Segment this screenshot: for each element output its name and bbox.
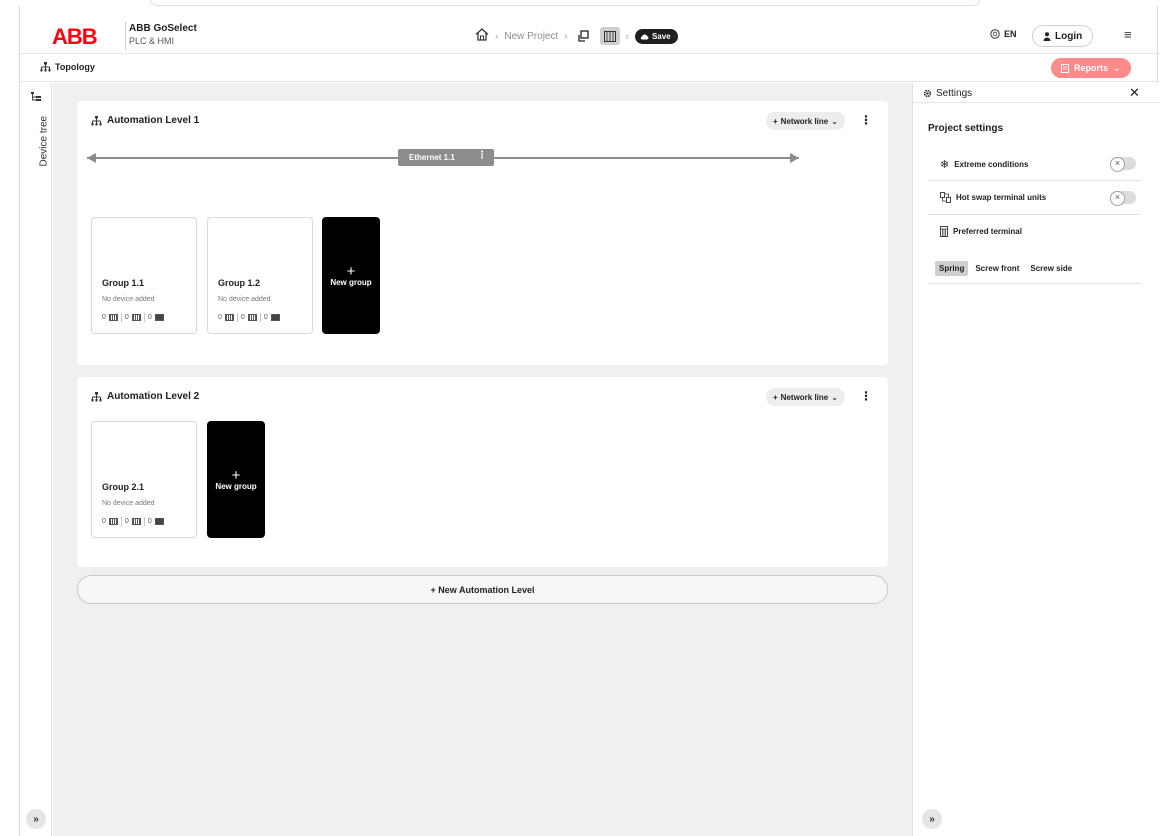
topology-icon [91, 391, 102, 401]
group-card[interactable]: Group 1.2 No device added 0 0 0 [207, 217, 313, 334]
plus-icon: + [773, 116, 778, 126]
hamburger-menu-icon[interactable]: ≡ [1124, 27, 1132, 42]
expand-panel-button[interactable]: » [922, 809, 942, 829]
chevron-down-icon: ⌄ [1113, 62, 1121, 73]
app-subtitle: PLC & HMI [129, 36, 175, 46]
settings-header: Settings ✕ [913, 83, 1160, 103]
topology-canvas: Automation Level 1 + Network line ⌄ ⋮ Et… [53, 83, 912, 836]
hmi-icon [270, 314, 280, 321]
chevron-right-icon: › [625, 30, 629, 42]
group-counts: 0 0 0 [218, 313, 280, 322]
chevron-right-icon: › [564, 30, 568, 42]
expand-rail-button[interactable]: » [26, 809, 46, 829]
group-title: Group 1.2 [218, 278, 261, 288]
level-title: Automation Level 2 [91, 391, 199, 402]
terminal-option-spring[interactable]: Spring [935, 261, 969, 276]
reports-button[interactable]: Reports ⌄ [1051, 58, 1131, 78]
logo-divider [125, 22, 126, 50]
app-header: ABB ABB GoSelect PLC & HMI › New Project… [20, 12, 1159, 54]
chevron-down-icon: ⌄ [831, 116, 838, 126]
network-line-button[interactable]: + Network line ⌄ [766, 112, 845, 130]
group-title: Group 2.1 [102, 482, 145, 492]
topology-icon [91, 115, 102, 125]
abb-logo[interactable]: ABB [52, 26, 98, 48]
new-automation-level-button[interactable]: + New Automation Level [77, 575, 888, 604]
device-icon[interactable] [574, 27, 594, 45]
terminal-option-screw-front[interactable]: Screw front [971, 261, 1023, 276]
chevron-right-icon: › [495, 30, 499, 42]
io-module-icon [247, 314, 257, 321]
language-selector[interactable]: EN [990, 29, 1017, 39]
network-label-ethernet[interactable]: Ethernet 1.1 ⋮ [398, 149, 494, 166]
group-status: No device added [218, 296, 271, 303]
level-title: Automation Level 1 [91, 115, 199, 126]
group-status: No device added [102, 296, 155, 303]
plc-icon [108, 314, 118, 321]
group-status: No device added [102, 500, 155, 507]
app-name: ABB GoSelect [129, 23, 197, 34]
app-window: ABB ABB GoSelect PLC & HMI › New Project… [19, 6, 1160, 836]
plus-icon: + [773, 392, 778, 402]
network-line-button[interactable]: + Network line ⌄ [766, 388, 845, 406]
group-card[interactable]: Group 1.1 No device added 0 0 0 [91, 217, 197, 334]
terminal-type-selector: Spring Screw front Screw side [935, 261, 1076, 276]
new-group-button[interactable]: + New group [207, 421, 265, 538]
cloud-icon [640, 33, 649, 39]
divider [928, 283, 1140, 284]
device-tree-rail: Device tree » [20, 83, 52, 836]
breadcrumb: › New Project › › Save [475, 27, 678, 45]
topology-icon [40, 62, 51, 72]
extreme-conditions-toggle[interactable] [1110, 157, 1136, 172]
report-icon [1061, 63, 1069, 73]
chevron-down-icon: ⌄ [831, 392, 838, 402]
toolbar: Topology Reports ⌄ [20, 54, 1159, 82]
plus-icon: + [231, 466, 241, 484]
level-menu-icon[interactable]: ⋮ [860, 113, 872, 127]
group-card[interactable]: Group 2.1 No device added 0 0 0 [91, 421, 197, 538]
new-group-button[interactable]: + New group [322, 217, 380, 334]
user-icon [1043, 31, 1051, 41]
globe-icon [990, 29, 1000, 39]
terminal-view-icon[interactable] [599, 27, 620, 45]
automation-level-2: Automation Level 2 + Network line ⌄ ⋮ Gr… [77, 377, 888, 567]
topology-tab[interactable]: Topology [40, 62, 95, 72]
home-icon[interactable] [475, 28, 489, 44]
level-menu-icon[interactable]: ⋮ [860, 389, 872, 403]
group-title: Group 1.1 [102, 278, 145, 288]
project-name[interactable]: New Project [504, 31, 558, 42]
project-settings-title: Project settings [928, 123, 1004, 134]
snowflake-icon: ❄ [940, 159, 950, 171]
plus-icon: + [346, 262, 356, 280]
setting-preferred-terminal: Preferred terminal [928, 215, 1140, 249]
setting-extreme-conditions: ❄ Extreme conditions [928, 147, 1140, 181]
io-module-icon [131, 518, 141, 525]
setting-hot-swap: Hot swap terminal units [928, 181, 1140, 215]
terminal-option-screw-side[interactable]: Screw side [1026, 261, 1076, 276]
hmi-icon [154, 518, 164, 525]
settings-title: Settings [923, 88, 972, 99]
login-button[interactable]: Login [1032, 25, 1094, 47]
hmi-icon [154, 314, 164, 321]
arrow-right-icon [790, 153, 799, 163]
gear-icon [923, 89, 932, 98]
arrow-left-icon [87, 153, 96, 163]
settings-panel: Settings ✕ Project settings ❄ Extreme co… [912, 83, 1160, 836]
group-counts: 0 0 0 [102, 313, 164, 322]
device-tree-icon[interactable] [31, 92, 41, 105]
network-menu-icon[interactable]: ⋮ [477, 150, 487, 161]
group-counts: 0 0 0 [102, 517, 164, 526]
hot-swap-toggle[interactable] [1110, 191, 1136, 206]
terminal-icon [940, 226, 948, 237]
save-button[interactable]: Save [634, 28, 678, 44]
io-module-icon [131, 314, 141, 321]
plc-icon [224, 314, 234, 321]
close-icon[interactable]: ✕ [1129, 85, 1140, 101]
plc-icon [108, 518, 118, 525]
device-tree-label[interactable]: Device tree [39, 116, 50, 167]
hot-swap-icon [940, 192, 951, 203]
automation-level-1: Automation Level 1 + Network line ⌄ ⋮ Et… [77, 101, 888, 365]
